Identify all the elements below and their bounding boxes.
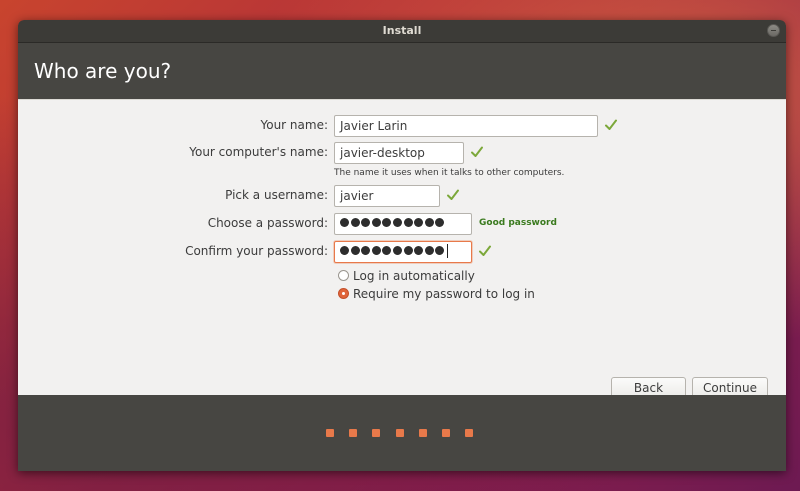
confirm-password-row: Confirm your password: (18, 241, 786, 263)
confirm-valid-checkmark-icon (479, 245, 491, 256)
password-dot (435, 218, 445, 227)
progress-step-dot (372, 429, 381, 437)
computer-name-valid-checkmark-icon (471, 146, 483, 157)
password-strength: Good password (479, 218, 557, 228)
password-dot (350, 246, 360, 255)
password-dot (340, 218, 349, 227)
username-row: Pick a username: javier (18, 185, 786, 207)
password-input[interactable] (334, 213, 472, 235)
confirm-password-label: Confirm your password: (185, 244, 328, 258)
username-valid-checkmark-icon (447, 189, 459, 200)
password-mask (340, 215, 446, 229)
password-dot (392, 218, 402, 227)
require-password-label[interactable]: Require my password to log in (353, 287, 535, 301)
computer-name-row: Your computer's name: javier-desktop (18, 142, 786, 164)
login-automatically-radio[interactable] (338, 270, 349, 281)
password-dot (350, 218, 360, 227)
progress-step-dot (349, 429, 358, 437)
name-input[interactable]: Javier Larin (334, 115, 598, 137)
window-titlebar[interactable]: Install (18, 20, 786, 43)
progress-step-dot (465, 429, 474, 437)
username-input[interactable]: javier (334, 185, 440, 207)
password-dot (382, 246, 392, 255)
password-dot (371, 246, 381, 255)
name-valid-checkmark-icon (605, 119, 617, 130)
page-title: Who are you? (34, 59, 172, 83)
installer-window: Install Who are you? Your name: Javier L… (18, 20, 786, 471)
password-dot (414, 218, 424, 227)
password-dot (361, 218, 371, 227)
require-password-radio[interactable] (338, 288, 349, 299)
computer-name-label: Your computer's name: (189, 145, 328, 159)
window-close-icon[interactable] (767, 24, 780, 37)
password-dot (340, 246, 349, 255)
password-dot (424, 246, 434, 255)
password-row: Choose a password: Good password (18, 213, 786, 235)
computer-name-input[interactable]: javier-desktop (334, 142, 464, 164)
password-dot (371, 218, 381, 227)
username-label: Pick a username: (225, 188, 328, 202)
progress-step-dot (418, 429, 427, 437)
progress-step-dot (442, 429, 450, 437)
password-label: Choose a password: (207, 216, 328, 230)
text-caret (446, 243, 448, 258)
password-dot (361, 246, 371, 255)
window-title: Install (382, 24, 422, 37)
name-label: Your name: (260, 118, 328, 132)
password-dot (403, 218, 413, 227)
password-dot (414, 246, 424, 255)
confirm-password-input[interactable] (334, 241, 472, 263)
name-row: Your name: Javier Larin (18, 115, 786, 137)
password-dot (424, 218, 434, 227)
progress-step-dot (395, 429, 404, 437)
password-dot (392, 246, 402, 255)
password-dot (382, 218, 392, 227)
form-area: Your name: Javier Larin Your computer's … (18, 99, 786, 396)
password-dot (403, 246, 413, 255)
confirm-password-mask (340, 243, 446, 257)
progress-step-dot (326, 429, 334, 437)
page-header: Who are you? (18, 43, 786, 99)
progress-indicator (18, 429, 786, 437)
password-dot (435, 246, 445, 255)
computer-name-hint: The name it uses when it talks to other … (334, 168, 565, 178)
login-automatically-label[interactable]: Log in automatically (353, 269, 475, 283)
